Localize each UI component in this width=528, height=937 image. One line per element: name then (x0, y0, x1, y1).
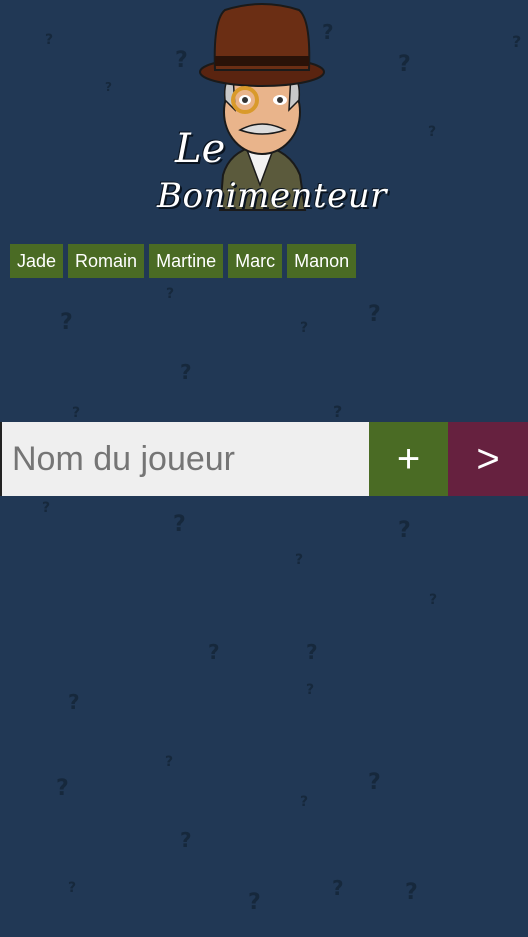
player-tag-martine[interactable]: Martine (149, 244, 224, 278)
player-tag-romain[interactable]: Romain (68, 244, 145, 278)
add-player-row: + > (0, 422, 528, 496)
logo-text-name: Bonimenteur (157, 176, 387, 216)
next-button[interactable]: > (448, 422, 528, 496)
add-player-button[interactable]: + (369, 422, 448, 496)
app-logo: Le Bonimenteur (135, 0, 386, 230)
player-name-input[interactable] (0, 422, 369, 496)
player-list: Jade Romain Martine Marc Manon (10, 244, 357, 278)
player-tag-marc[interactable]: Marc (228, 244, 283, 278)
logo-text-le: Le (175, 126, 226, 172)
player-tag-manon[interactable]: Manon (287, 244, 357, 278)
player-tag-jade[interactable]: Jade (10, 244, 64, 278)
